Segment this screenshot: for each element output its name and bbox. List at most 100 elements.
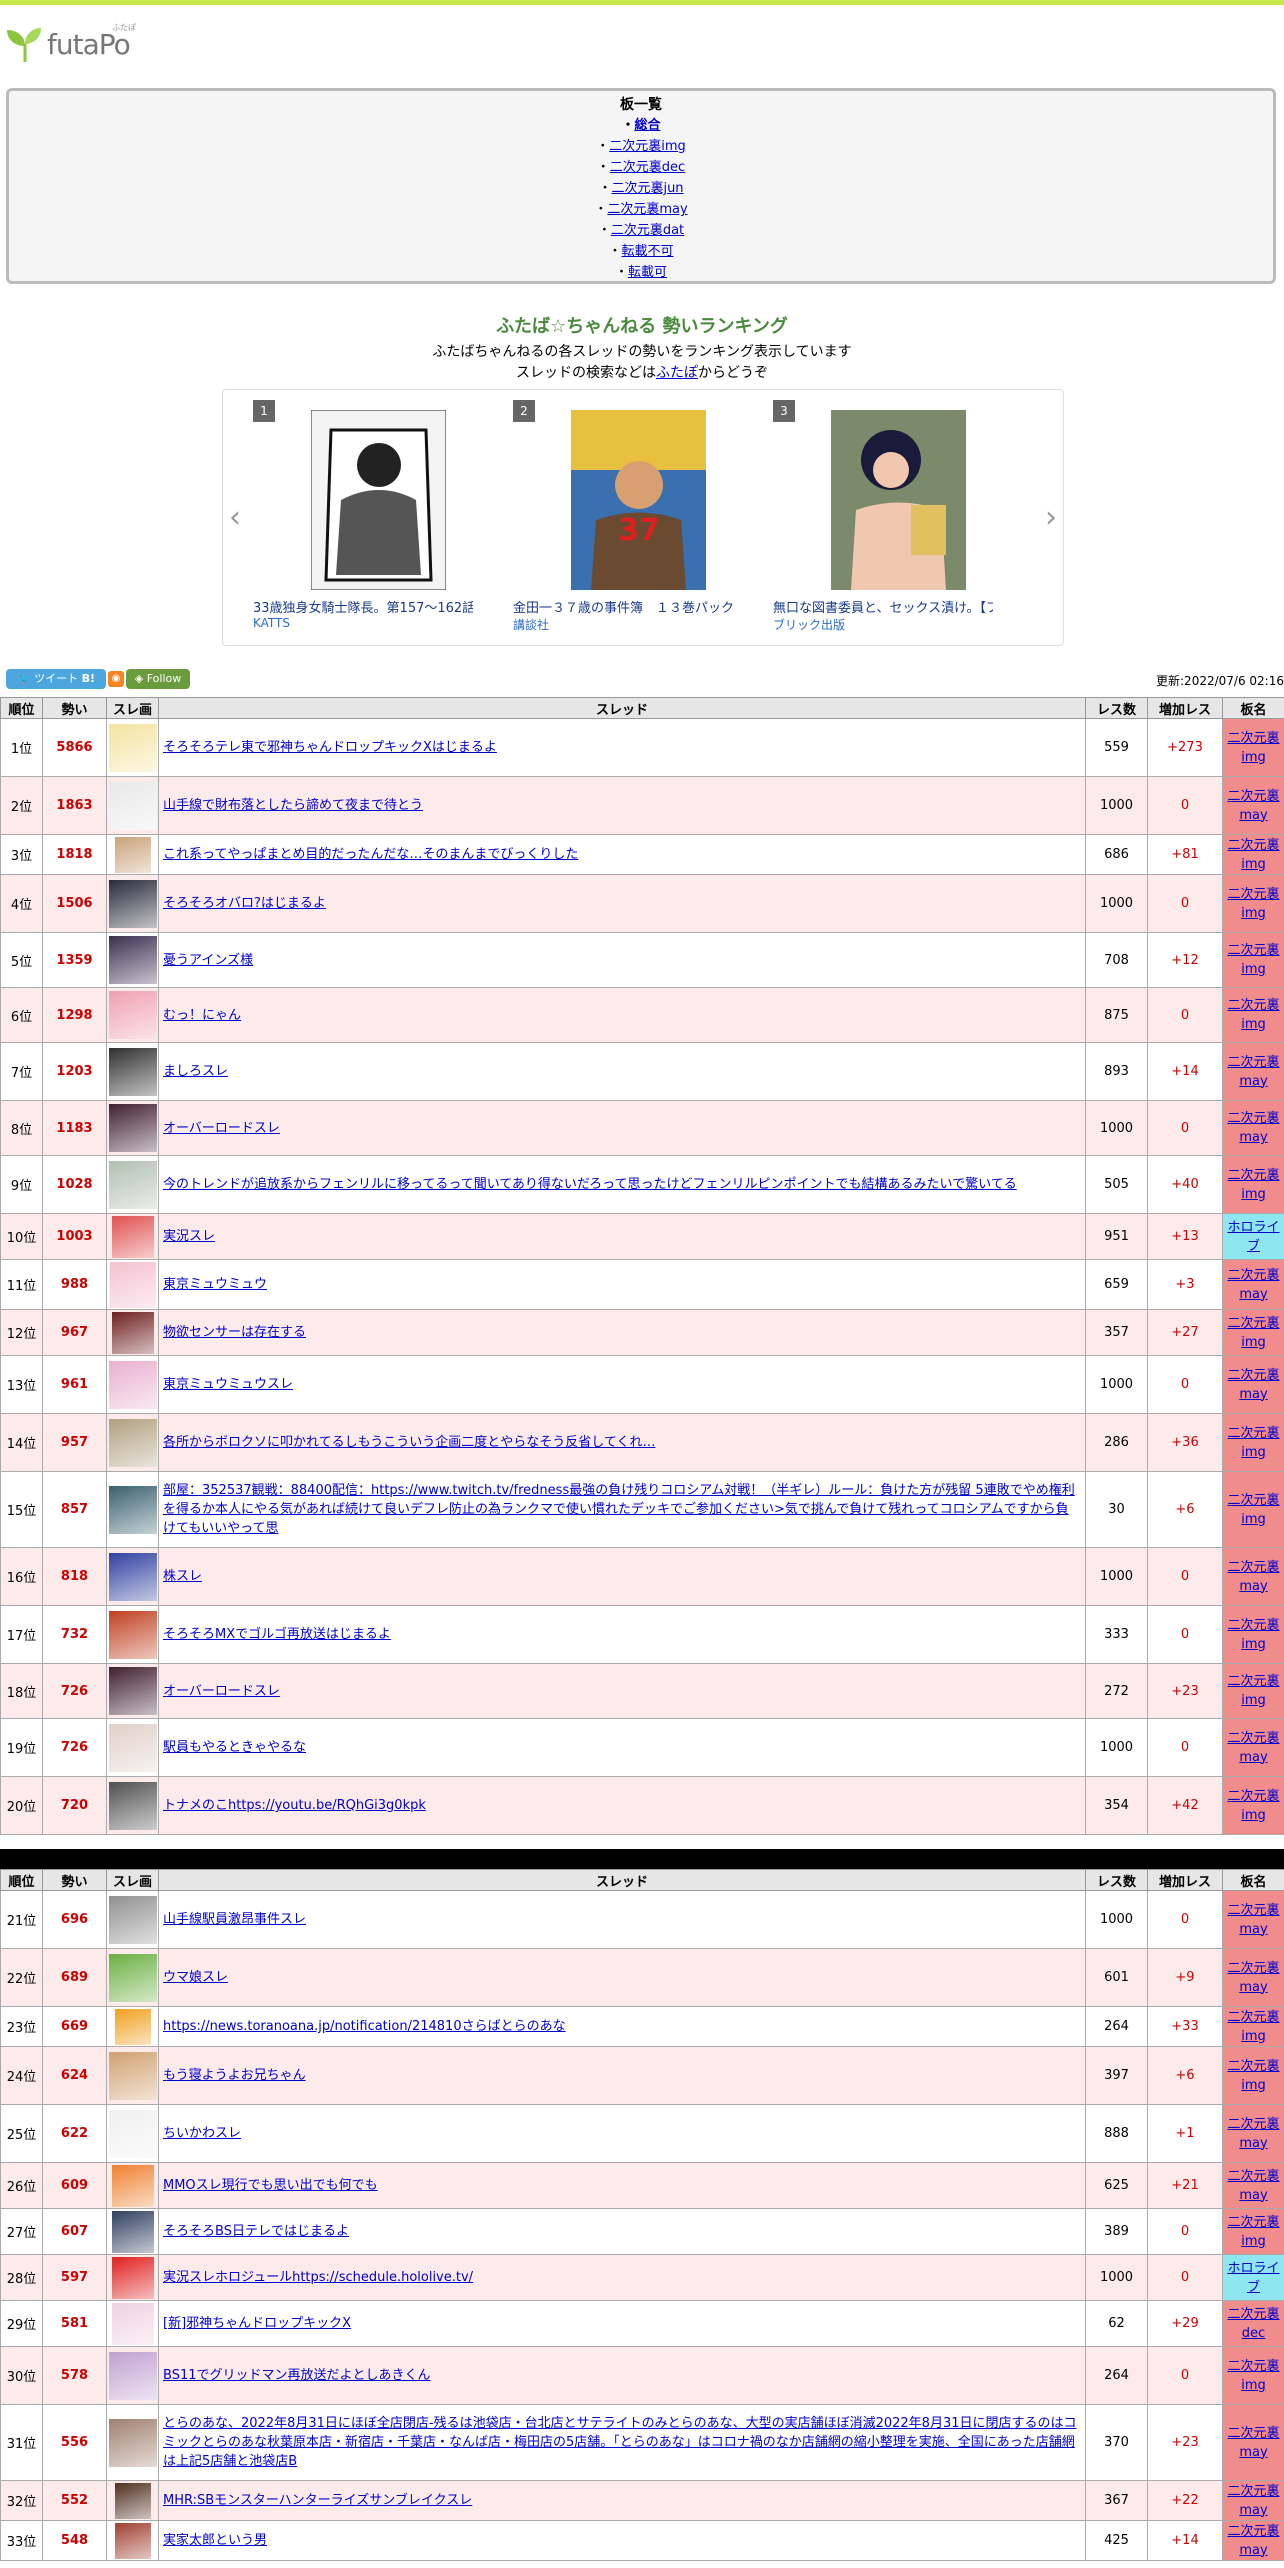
thread-link[interactable]: [新]邪神ちゃんドロップキックX	[163, 2316, 351, 2331]
thread-thumbnail[interactable]	[108, 991, 157, 1039]
thread-link[interactable]: 各所からボロクソに叩かれてるしもうこういう企画二度とやらなそう反省してくれ…	[163, 1435, 655, 1450]
thread-thumbnail[interactable]	[111, 2302, 154, 2345]
thread-thumbnail[interactable]	[111, 2164, 154, 2207]
header-rank[interactable]: 順位	[0, 697, 43, 719]
thread-thumbnail[interactable]	[109, 1261, 156, 1308]
thread-thumbnail[interactable]	[114, 2482, 151, 2519]
thread-link[interactable]: そろそろオバロ?はじまるよ	[163, 896, 326, 911]
thread-link[interactable]: そろそろBS日テレではじまるよ	[163, 2224, 349, 2239]
board-link[interactable]: 二次元裏may	[1227, 1268, 1279, 1302]
tweet-button[interactable]: 🐦 ツイート B!	[6, 669, 106, 689]
carousel-item-title[interactable]: 金田一３７歳の事件簿 １３巻パック	[513, 597, 733, 616]
carousel-item-publisher[interactable]: KATTS	[253, 616, 290, 630]
thread-link[interactable]: そろそろMXでゴルゴ再放送はじまるよ	[163, 1627, 391, 1642]
carousel-item[interactable]: 1 33歳独身女騎士隊長。第157～162話 KATTS	[223, 400, 473, 640]
thread-thumbnail[interactable]	[108, 1667, 157, 1715]
book-cover-image[interactable]	[831, 410, 966, 590]
thread-link[interactable]: BS11でグリッドマン再放送だよとしあきくん	[163, 2368, 430, 2383]
thread-thumbnail[interactable]	[108, 723, 157, 772]
thread-link[interactable]: ましろスレ	[163, 1064, 228, 1079]
header-ikioi[interactable]: 勢い	[42, 1869, 107, 1891]
thread-thumbnail[interactable]	[108, 879, 157, 928]
thread-link[interactable]: オーバーロードスレ	[163, 1684, 280, 1699]
board-link[interactable]: 二次元裏img	[1227, 1618, 1279, 1652]
thread-thumbnail[interactable]	[108, 1104, 157, 1152]
board-link[interactable]: 二次元裏img	[1227, 2215, 1279, 2249]
board-link[interactable]: 二次元裏may	[1227, 2524, 1279, 2558]
thread-thumbnail[interactable]	[108, 1953, 157, 2002]
thread-thumbnail[interactable]	[108, 1047, 157, 1096]
header-ikioi[interactable]: 勢い	[42, 697, 107, 719]
thread-link[interactable]: オーバーロードスレ	[163, 1121, 280, 1136]
thread-thumbnail[interactable]	[108, 1360, 157, 1409]
carousel-item-publisher[interactable]: 講談社	[513, 616, 549, 633]
thread-thumbnail[interactable]	[108, 1610, 157, 1659]
board-link[interactable]: ホロライブ	[1227, 2261, 1279, 2295]
board-link[interactable]: 二次元裏may	[1227, 1961, 1279, 1995]
header-res[interactable]: レス数	[1085, 1869, 1148, 1891]
board-link[interactable]: 二次元裏img	[1227, 2359, 1279, 2393]
thread-link[interactable]: ちいかわスレ	[163, 2126, 241, 2141]
board-link[interactable]: 二次元裏may	[1227, 1055, 1279, 1089]
futapo-link[interactable]: ふたぽ	[656, 365, 698, 381]
thread-link[interactable]: 東京ミュウミュウスレ	[163, 1377, 293, 1392]
thread-link[interactable]: MMOスレ現行でも思い出でも何でも	[163, 2178, 378, 2193]
site-logo[interactable]: futaPo ふたぽ	[5, 20, 155, 70]
thread-thumbnail[interactable]	[111, 1215, 154, 1258]
thread-thumbnail[interactable]	[108, 2109, 157, 2158]
rss-icon[interactable]: ◉	[108, 671, 124, 687]
thread-link[interactable]: MHR:SBモンスターハンターライズサンブレイクスレ	[163, 2493, 472, 2508]
thread-thumbnail[interactable]	[108, 936, 157, 984]
thread-link[interactable]: もう寝ようよお兄ちゃん	[163, 2068, 306, 2083]
board-link[interactable]: 二次元裏img	[1227, 887, 1279, 921]
thread-thumbnail[interactable]	[108, 1552, 157, 1601]
thread-link[interactable]: トナメのこhttps://youtu.be/RQhGi3g0kpk	[163, 1798, 426, 1813]
board-link[interactable]: 二次元裏img	[1227, 1426, 1279, 1460]
board-link[interactable]: 二次元裏img	[1227, 943, 1279, 977]
thread-link[interactable]: 実家太郎という男	[163, 2533, 267, 2548]
board-link-tensai-fuka[interactable]: 転載不可	[622, 244, 674, 259]
thread-link[interactable]: そろそろテレ東で邪神ちゃんドロップキックXはじまるよ	[163, 740, 497, 755]
carousel-next-icon[interactable]: ›	[1045, 500, 1057, 535]
carousel-item[interactable]: 2 37 金田一３７歳の事件簿 １３巻パック 講談社	[483, 400, 733, 640]
board-link-may[interactable]: 二次元裏may	[607, 202, 687, 217]
thread-link[interactable]: 駅員もやるときゃやるな	[163, 1740, 306, 1755]
thread-link[interactable]: 株スレ	[163, 1569, 202, 1584]
thread-thumbnail[interactable]	[114, 2008, 151, 2045]
board-link[interactable]: 二次元裏may	[1227, 2484, 1279, 2518]
thread-link[interactable]: 憂うアインズ様	[163, 953, 253, 968]
board-link-img[interactable]: 二次元裏img	[609, 139, 686, 154]
board-link[interactable]: 二次元裏may	[1227, 2117, 1279, 2151]
book-cover-image[interactable]	[311, 410, 446, 590]
carousel-item-title[interactable]: 無口な図書委員と、セックス漬け。【フル	[773, 597, 993, 616]
thread-link[interactable]: 東京ミュウミュウ	[163, 1277, 267, 1292]
board-link[interactable]: 二次元裏img	[1227, 1674, 1279, 1708]
board-link[interactable]: 二次元裏may	[1227, 1111, 1279, 1145]
board-link[interactable]: 二次元裏img	[1227, 2010, 1279, 2044]
thread-thumbnail[interactable]	[108, 1485, 157, 1534]
board-link[interactable]: 二次元裏may	[1227, 1903, 1279, 1937]
carousel-item-title[interactable]: 33歳独身女騎士隊長。第157～162話	[253, 597, 473, 616]
thread-thumbnail[interactable]	[114, 2522, 151, 2559]
thread-thumbnail[interactable]	[108, 2418, 157, 2467]
board-link-dat[interactable]: 二次元裏dat	[611, 223, 684, 238]
book-cover-image[interactable]: 37	[571, 410, 706, 590]
thread-link[interactable]: 物欲センサーは存在する	[163, 1325, 306, 1340]
board-link[interactable]: 二次元裏img	[1227, 1168, 1279, 1202]
board-link[interactable]: 二次元裏may	[1227, 789, 1279, 823]
follow-button[interactable]: ◈ Follow	[126, 669, 190, 689]
thread-link[interactable]: 部屋：352537観戦：88400配信：https://www.twitch.t…	[163, 1483, 1075, 1536]
thread-thumbnail[interactable]	[108, 1781, 157, 1830]
thread-thumbnail[interactable]	[108, 1160, 157, 1209]
thread-thumbnail[interactable]	[111, 1311, 154, 1354]
carousel-item-publisher[interactable]: ブリック出版	[773, 616, 845, 633]
thread-thumbnail[interactable]	[108, 1895, 157, 1944]
thread-link[interactable]: 今のトレンドが追放系からフェンリルに移ってるって聞いてあり得ないだろって思ったけ…	[163, 1177, 1017, 1192]
board-link[interactable]: 二次元裏img	[1227, 998, 1279, 1032]
board-link[interactable]: 二次元裏may	[1227, 1368, 1279, 1402]
board-link-jun[interactable]: 二次元裏jun	[611, 181, 683, 196]
board-link-tensai-ka[interactable]: 転載可	[628, 265, 667, 280]
board-link[interactable]: 二次元裏img	[1227, 1493, 1279, 1527]
carousel-item[interactable]: 3 無口な図書委員と、セックス漬け。【フル ブリック出版	[743, 400, 993, 640]
thread-thumbnail[interactable]	[108, 781, 157, 830]
